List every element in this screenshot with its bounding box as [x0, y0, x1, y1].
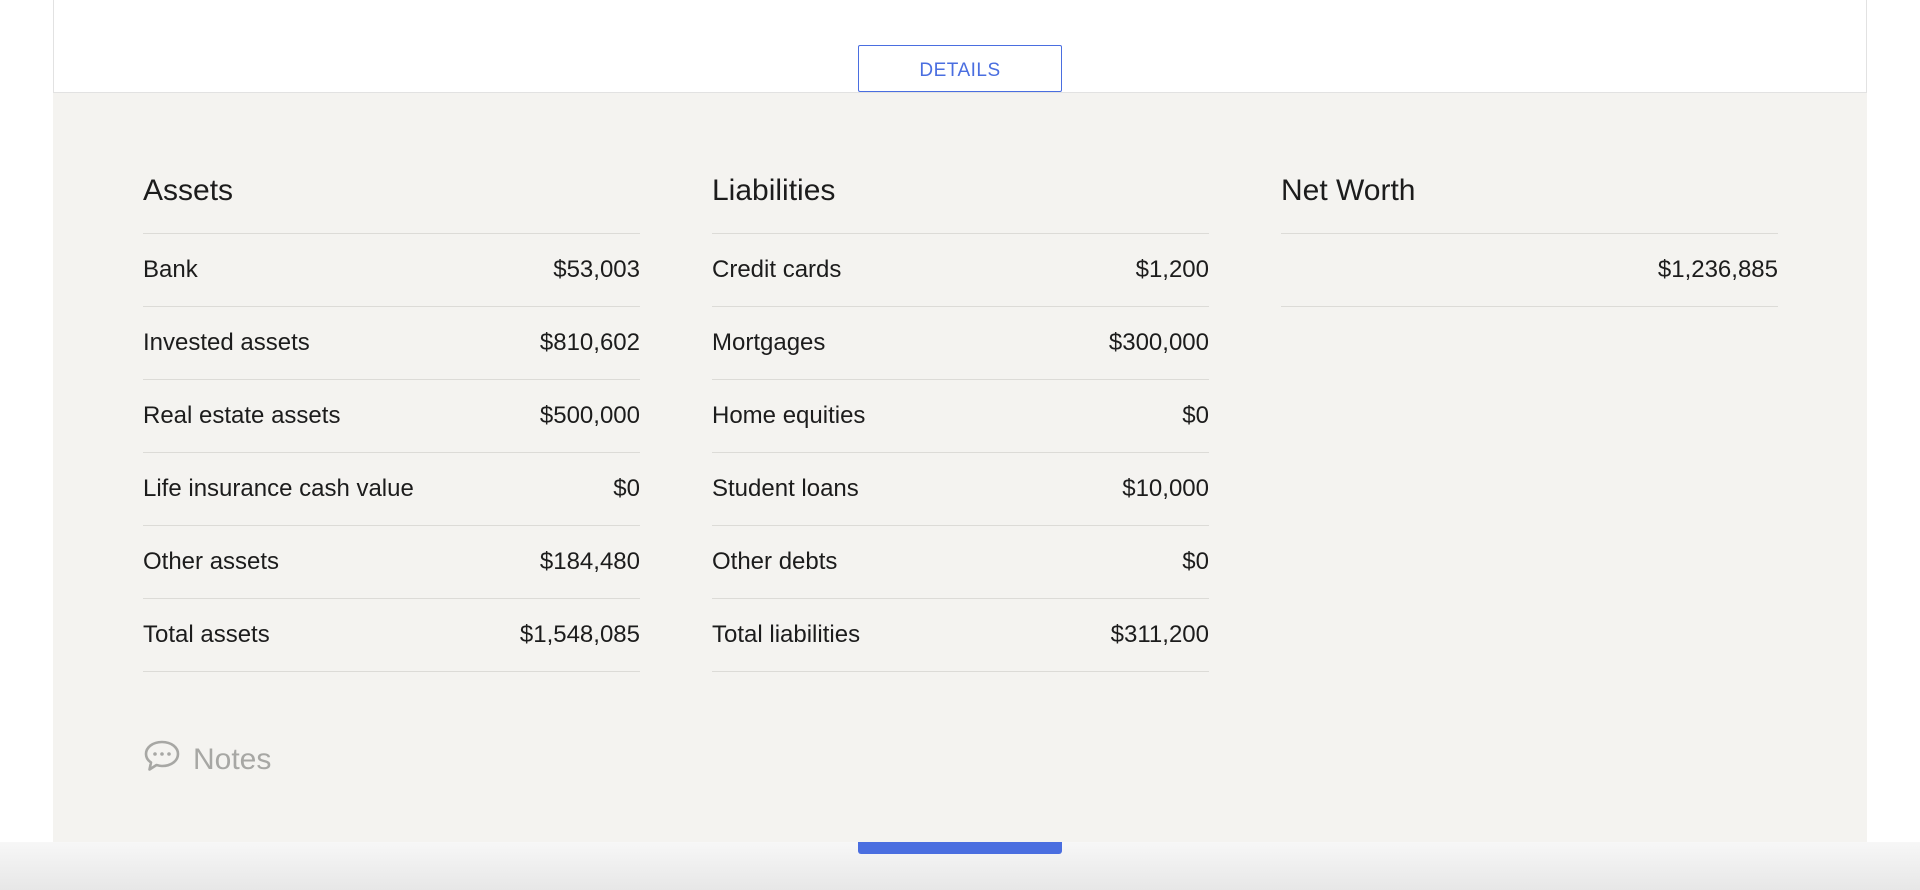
- speech-bubble-icon: [143, 739, 181, 781]
- notes-label: Notes: [193, 743, 272, 776]
- asset-row-other: Other assets $184,480: [143, 526, 640, 599]
- row-label: Credit cards: [712, 256, 842, 283]
- assets-column: Assets Bank $53,003 Invested assets $810…: [143, 173, 640, 672]
- row-label: Real estate assets: [143, 402, 341, 429]
- net-worth-value: $1,236,885: [1657, 256, 1778, 283]
- row-label: Other assets: [143, 548, 280, 575]
- row-value: $0: [613, 475, 640, 502]
- liabilities-list: Credit cards $1,200 Mortgages $300,000 H…: [712, 233, 1209, 672]
- asset-row-life-insurance: Life insurance cash value $0: [143, 453, 640, 526]
- liability-row-home-equities: Home equities $0: [712, 380, 1209, 453]
- row-value: $0: [1182, 402, 1209, 429]
- liability-row-total: Total liabilities $311,200: [712, 599, 1209, 672]
- row-label: Mortgages: [712, 329, 826, 356]
- net-worth-list: $1,236,885: [1281, 233, 1778, 307]
- row-label: Life insurance cash value: [143, 475, 414, 502]
- liabilities-title: Liabilities: [712, 174, 836, 207]
- row-label: Invested assets: [143, 329, 310, 356]
- row-value: $500,000: [539, 402, 640, 429]
- assets-title: Assets: [143, 174, 234, 207]
- liability-row-other-debts: Other debts $0: [712, 526, 1209, 599]
- assets-list: Bank $53,003 Invested assets $810,602 Re…: [143, 233, 640, 672]
- asset-row-total: Total assets $1,548,085: [143, 599, 640, 672]
- bottom-tab-button[interactable]: [858, 842, 1062, 854]
- net-worth-row: $1,236,885: [1281, 234, 1778, 307]
- row-value: $0: [1182, 548, 1209, 575]
- notes-toggle[interactable]: Notes: [143, 739, 271, 781]
- net-worth-title: Net Worth: [1281, 174, 1416, 207]
- balance-summary-panel: Assets Bank $53,003 Invested assets $810…: [53, 93, 1867, 842]
- row-value: $184,480: [539, 548, 640, 575]
- asset-row-bank: Bank $53,003: [143, 234, 640, 307]
- row-label: Total liabilities: [712, 621, 861, 648]
- liabilities-column: Liabilities Credit cards $1,200 Mortgage…: [712, 173, 1209, 672]
- row-value: $300,000: [1108, 329, 1209, 356]
- row-value: $311,200: [1110, 621, 1209, 648]
- row-label: Other debts: [712, 548, 838, 575]
- row-label: Bank: [143, 256, 198, 283]
- row-value: $1,200: [1135, 256, 1209, 283]
- liability-row-student-loans: Student loans $10,000: [712, 453, 1209, 526]
- liability-row-mortgages: Mortgages $300,000: [712, 307, 1209, 380]
- details-button[interactable]: DETAILS: [858, 45, 1062, 92]
- row-label: Total assets: [143, 621, 270, 648]
- row-value: $10,000: [1122, 475, 1209, 502]
- asset-row-real-estate: Real estate assets $500,000: [143, 380, 640, 453]
- row-label: Home equities: [712, 402, 866, 429]
- liability-row-credit-cards: Credit cards $1,200: [712, 234, 1209, 307]
- net-worth-column: Net Worth $1,236,885: [1281, 173, 1778, 307]
- asset-row-invested: Invested assets $810,602: [143, 307, 640, 380]
- row-label: Student loans: [712, 475, 859, 502]
- row-value: $1,548,085: [519, 621, 640, 648]
- row-value: $53,003: [553, 256, 640, 283]
- row-value: $810,602: [539, 329, 640, 356]
